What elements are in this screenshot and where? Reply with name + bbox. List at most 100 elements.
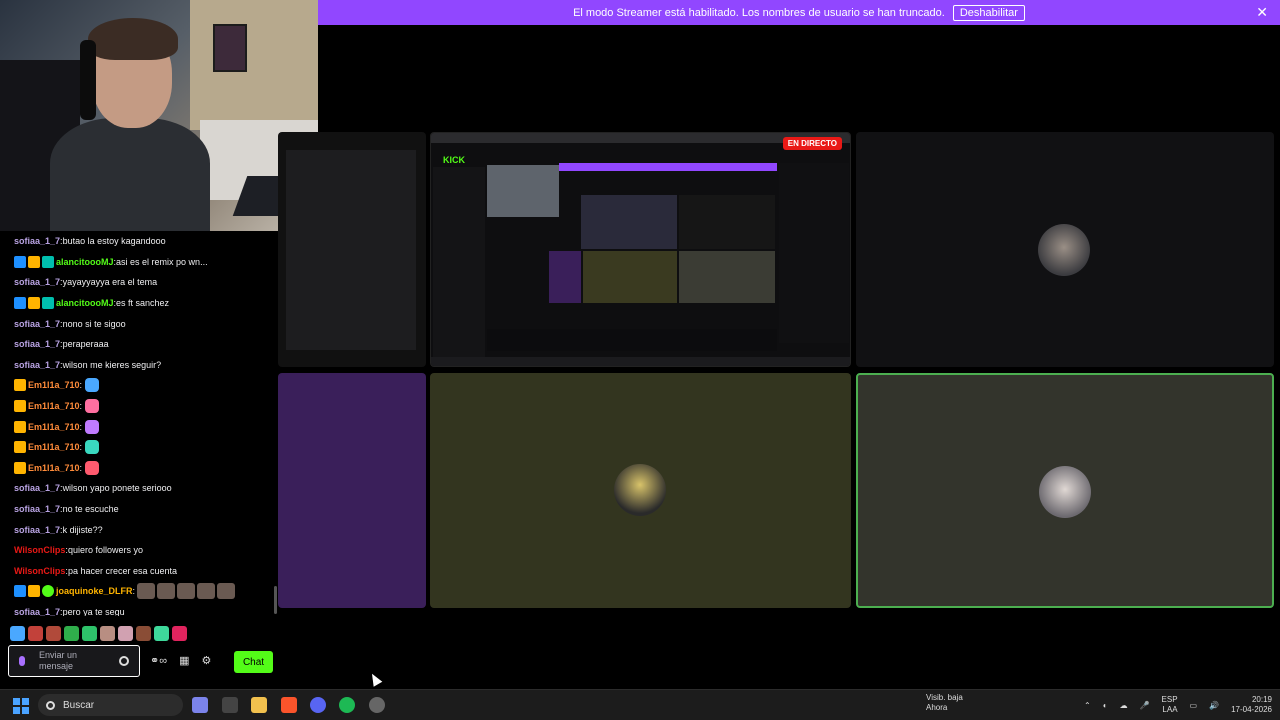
obs-icon[interactable] [369,697,385,713]
participant-tile-middle-bottom[interactable] [430,373,851,608]
nested-webcam [487,165,559,217]
file-explorer-icon[interactable] [251,697,267,713]
brave-browser-icon[interactable] [281,697,297,713]
user-badge-icon [14,255,26,268]
chat-username[interactable]: sofiaa_1_7 [14,360,60,370]
chat-username[interactable]: joaquinoke_DLFR [56,586,133,596]
system-tray: ⌃ ◐ ☁ 🎤 ESP LAA ▭ 🔊 20:19 17-04-2026 [1084,695,1272,715]
chat-username[interactable]: sofiaa_1_7 [14,319,60,329]
chat-message: alancitoooMJ: asi es el remix po wn... [0,252,272,273]
nested-tile-olive [583,251,677,303]
emote-face-icon[interactable] [136,626,151,641]
chat-separator: : [79,401,83,412]
chat-username[interactable]: Em1l1a_710 [28,463,80,473]
clock-date: 17-04-2026 [1231,705,1272,714]
volume-icon[interactable]: 🔊 [1209,701,1219,710]
teams-icon[interactable] [192,697,208,713]
chat-username[interactable]: Em1l1a_710 [28,442,80,452]
emote-butterfly-icon[interactable] [10,626,25,641]
webcam-feed [0,0,318,231]
webcam-person-body [50,118,210,231]
user-badge-icon [14,297,26,310]
chat-username[interactable]: sofiaa_1_7 [14,277,60,287]
nested-banner [559,163,777,171]
emote-face-icon[interactable] [100,626,115,641]
tile-screen-preview [286,150,416,350]
chat-username[interactable]: Em1l1a_710 [28,422,80,432]
gear-icon[interactable]: ⚙ [201,654,211,667]
weather-widget[interactable]: Visib. baja Ahora [926,693,963,713]
chat-message: sofiaa_1_7: yayayyayya era el tema [0,272,272,293]
chat-message-text: wilson yapo ponete seriooo [62,483,172,494]
microphone-icon[interactable] [19,656,25,666]
streamer-mode-banner: El modo Streamer está habilitado. Los no… [318,0,1280,25]
windows-start-icon[interactable] [13,698,29,714]
tray-icon[interactable]: ◐ [1103,701,1108,710]
chat-username[interactable]: Em1l1a_710 [28,380,80,390]
participant-tile-right-bottom-speaking[interactable] [856,373,1274,608]
live-badge: EN DIRECTO [782,137,842,150]
chat-message: sofiaa_1_7: k dijiste?? [0,519,272,540]
close-icon[interactable]: ✕ [1256,4,1268,21]
chat-username[interactable]: WilsonClips [14,545,65,555]
chat-scrollbar[interactable] [274,586,277,614]
participant-tile-right-top[interactable] [856,132,1274,367]
chat-message-text: es ft sanchez [116,298,170,309]
chat-separator: : [79,462,83,473]
chat-message-text: quiero followers yo [67,545,143,556]
emoji-icon[interactable] [119,656,129,666]
user-badge-icon [14,585,26,598]
chat-username[interactable]: sofiaa_1_7 [14,504,60,514]
emote-green-icon[interactable] [82,626,97,641]
chat-tools: ⚭∞ ▦ ⚙ [150,654,211,667]
chat-username[interactable]: sofiaa_1_7 [14,607,60,616]
emote-face-icon[interactable] [118,626,133,641]
chat-username[interactable]: sofiaa_1_7 [14,483,60,493]
screen-share-tile[interactable]: KICK EN DIRECTO [430,132,851,367]
taskbar-search[interactable]: Buscar [38,694,183,716]
send-chat-button[interactable]: Chat [234,651,273,673]
chat-username[interactable]: WilsonClips [14,566,65,576]
chat-username[interactable]: sofiaa_1_7 [14,236,60,246]
chat-message: sofiaa_1_7: nono si te sigoo [0,313,272,334]
spotify-icon[interactable] [339,697,355,713]
chat-username[interactable]: alancitoooMJ [56,257,114,267]
chat-message: Em1l1a_710: [0,375,272,396]
chat-username[interactable]: alancitoooMJ [56,298,114,308]
emote-green-icon[interactable] [64,626,79,641]
chat-message-text: nono si te sigoo [62,318,126,329]
chat-username[interactable]: sofiaa_1_7 [14,339,60,349]
epic-games-icon[interactable] [222,697,238,713]
language-indicator[interactable]: ESP LAA [1162,695,1178,715]
webcam-microphone [80,40,96,120]
user-badge-icon [14,441,26,454]
store-icon[interactable]: ▦ [179,654,189,667]
chevron-up-icon[interactable]: ⌃ [1084,701,1091,710]
emote-heart-icon[interactable] [172,626,187,641]
user-badge-icon [28,585,40,598]
emote-face-icon[interactable] [28,626,43,641]
chat-username[interactable]: sofiaa_1_7 [14,525,60,535]
clock[interactable]: 20:19 17-04-2026 [1231,695,1272,715]
connections-icon[interactable]: ⚭∞ [150,654,167,667]
chat-message-text: butao la estoy kagandooo [62,236,166,247]
chat-message-text: asi es el remix po wn... [116,256,208,267]
nested-tile-purple [549,251,581,303]
chat-message: sofiaa_1_7: wilson yapo ponete seriooo [0,478,272,499]
taskbar-search-placeholder: Buscar [63,699,95,711]
chat-username[interactable]: Em1l1a_710 [28,401,80,411]
chat-message: Em1l1a_710: [0,416,272,437]
emote-kick-icon[interactable] [154,626,169,641]
disable-streamer-mode-button[interactable]: Deshabilitar [952,4,1025,21]
participant-tile-left-top[interactable] [278,132,426,367]
chat-emote-icon [85,419,100,434]
monitor-icon[interactable]: ▭ [1190,701,1198,710]
chat-message-list[interactable]: sofiaa_1_7: butao la estoy kagandooo alan… [0,231,272,616]
participant-tile-left-bottom[interactable] [278,373,426,608]
cloud-icon[interactable]: ☁ [1120,701,1128,710]
discord-icon[interactable] [310,697,326,713]
chat-input[interactable]: Enviar un mensaje [8,645,140,677]
chat-message: Em1l1a_710: [0,437,272,458]
emote-face-icon[interactable] [46,626,61,641]
microphone-icon[interactable]: 🎤 [1140,701,1150,710]
